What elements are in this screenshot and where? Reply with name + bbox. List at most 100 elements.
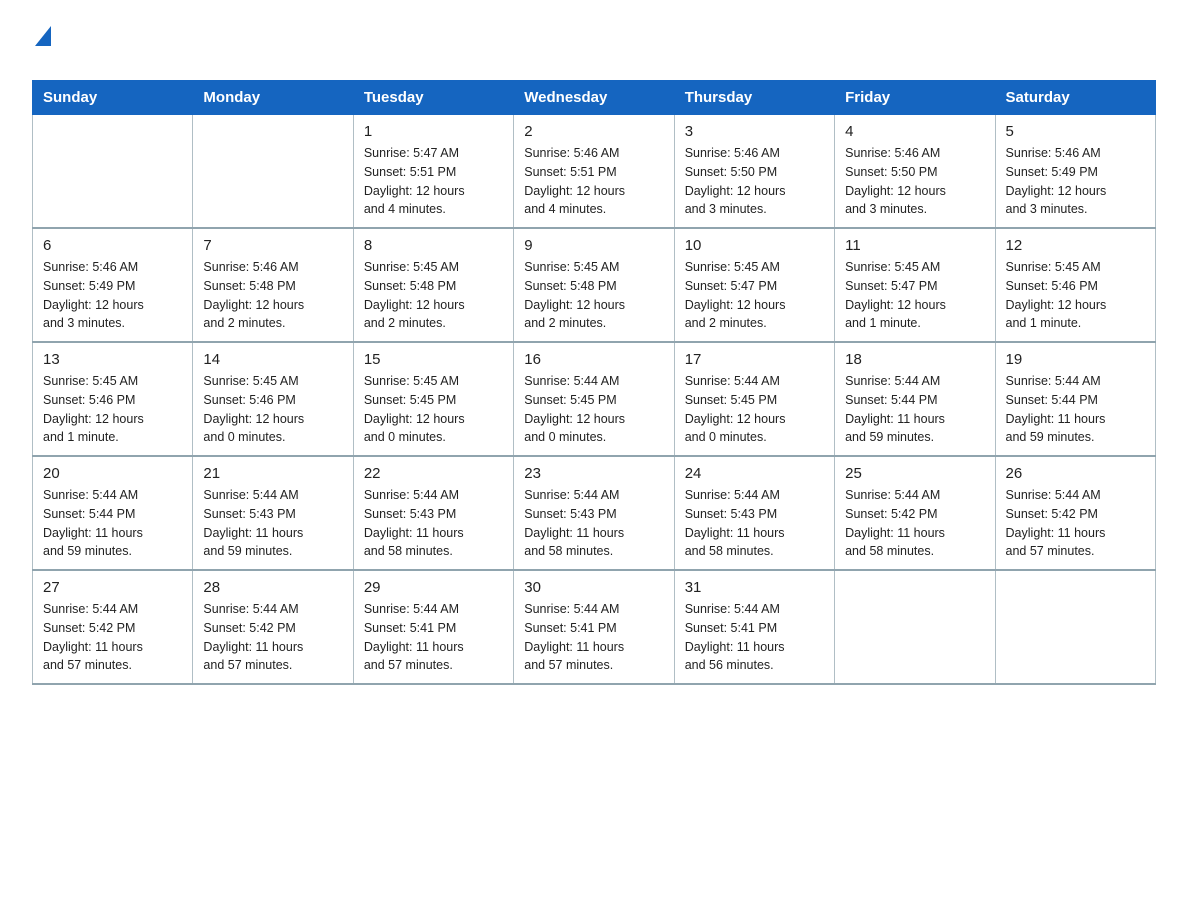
calendar-header-row: SundayMondayTuesdayWednesdayThursdayFrid…: [33, 81, 1156, 115]
day-detail: Sunrise: 5:45 AM Sunset: 5:46 PM Dayligh…: [43, 372, 182, 447]
day-number: 2: [524, 123, 663, 140]
day-number: 29: [364, 579, 503, 596]
calendar-week-row: 1 Sunrise: 5:47 AM Sunset: 5:51 PM Daylig…: [33, 115, 1156, 229]
day-detail: Sunrise: 5:44 AM Sunset: 5:42 PM Dayligh…: [845, 486, 984, 561]
day-number: 13: [43, 351, 182, 368]
day-number: 18: [845, 351, 984, 368]
calendar-cell: 5Sunrise: 5:46 AM Sunset: 5:49 PM Daylig…: [995, 115, 1155, 229]
calendar-cell: 27 Sunrise: 5:44 AM Sunset: 5:42 PM Dayli…: [33, 570, 193, 684]
day-number: 10: [685, 237, 824, 254]
calendar-cell: 4 Sunrise: 5:46 AM Sunset: 5:50 PM Daylig…: [835, 115, 995, 229]
day-number: 22: [364, 465, 503, 482]
logo: [32, 24, 51, 70]
day-detail: Sunrise: 5:45 AM Sunset: 5:45 PM Dayligh…: [364, 372, 503, 447]
day-detail: Sunrise: 5:44 AM Sunset: 5:45 PM Dayligh…: [524, 372, 663, 447]
day-number: 5: [1006, 123, 1145, 140]
calendar-cell: 23 Sunrise: 5:44 AM Sunset: 5:43 PM Dayli…: [514, 456, 674, 570]
day-number: 1: [364, 123, 503, 140]
day-number: 15: [364, 351, 503, 368]
calendar-cell: 17 Sunrise: 5:44 AM Sunset: 5:45 PM Dayli…: [674, 342, 834, 456]
calendar-header-tuesday: Tuesday: [353, 81, 513, 115]
day-number: 9: [524, 237, 663, 254]
day-detail: Sunrise: 5:44 AM Sunset: 5:41 PM Dayligh…: [524, 600, 663, 675]
day-number: 19: [1006, 351, 1145, 368]
day-number: 17: [685, 351, 824, 368]
day-number: 8: [364, 237, 503, 254]
calendar-cell: 15 Sunrise: 5:45 AM Sunset: 5:45 PM Dayli…: [353, 342, 513, 456]
day-number: 6: [43, 237, 182, 254]
calendar-cell: 3 Sunrise: 5:46 AM Sunset: 5:50 PM Daylig…: [674, 115, 834, 229]
calendar-cell: 21 Sunrise: 5:44 AM Sunset: 5:43 PM Dayli…: [193, 456, 353, 570]
day-detail: Sunrise: 5:44 AM Sunset: 5:41 PM Dayligh…: [685, 600, 824, 675]
calendar-cell: [33, 115, 193, 229]
day-detail: Sunrise: 5:45 AM Sunset: 5:46 PM Dayligh…: [1006, 258, 1145, 333]
day-detail: Sunrise: 5:44 AM Sunset: 5:43 PM Dayligh…: [685, 486, 824, 561]
day-detail: Sunrise: 5:44 AM Sunset: 5:44 PM Dayligh…: [845, 372, 984, 447]
day-number: 30: [524, 579, 663, 596]
day-detail: Sunrise: 5:47 AM Sunset: 5:51 PM Dayligh…: [364, 144, 503, 219]
day-detail: Sunrise: 5:45 AM Sunset: 5:48 PM Dayligh…: [524, 258, 663, 333]
day-detail: Sunrise: 5:44 AM Sunset: 5:41 PM Dayligh…: [364, 600, 503, 675]
calendar-cell: 1 Sunrise: 5:47 AM Sunset: 5:51 PM Daylig…: [353, 115, 513, 229]
calendar-cell: 11 Sunrise: 5:45 AM Sunset: 5:47 PM Dayli…: [835, 228, 995, 342]
logo-triangle-icon: [35, 26, 51, 46]
calendar-cell: 24 Sunrise: 5:44 AM Sunset: 5:43 PM Dayli…: [674, 456, 834, 570]
calendar-cell: 7 Sunrise: 5:46 AM Sunset: 5:48 PM Daylig…: [193, 228, 353, 342]
calendar-header-monday: Monday: [193, 81, 353, 115]
day-detail: Sunrise: 5:44 AM Sunset: 5:42 PM Dayligh…: [1006, 486, 1145, 561]
day-number: 24: [685, 465, 824, 482]
calendar-cell: 10 Sunrise: 5:45 AM Sunset: 5:47 PM Dayli…: [674, 228, 834, 342]
calendar-cell: 18 Sunrise: 5:44 AM Sunset: 5:44 PM Dayli…: [835, 342, 995, 456]
day-number: 21: [203, 465, 342, 482]
day-number: 7: [203, 237, 342, 254]
day-number: 16: [524, 351, 663, 368]
calendar-cell: [835, 570, 995, 684]
day-detail: Sunrise: 5:45 AM Sunset: 5:47 PM Dayligh…: [845, 258, 984, 333]
day-detail: Sunrise: 5:44 AM Sunset: 5:42 PM Dayligh…: [43, 600, 182, 675]
day-number: 3: [685, 123, 824, 140]
calendar-cell: 22Sunrise: 5:44 AM Sunset: 5:43 PM Dayli…: [353, 456, 513, 570]
day-detail: Sunrise: 5:44 AM Sunset: 5:43 PM Dayligh…: [524, 486, 663, 561]
day-detail: Sunrise: 5:45 AM Sunset: 5:47 PM Dayligh…: [685, 258, 824, 333]
calendar-cell: 6 Sunrise: 5:46 AM Sunset: 5:49 PM Daylig…: [33, 228, 193, 342]
calendar-week-row: 6 Sunrise: 5:46 AM Sunset: 5:49 PM Daylig…: [33, 228, 1156, 342]
calendar-header-friday: Friday: [835, 81, 995, 115]
calendar-table: SundayMondayTuesdayWednesdayThursdayFrid…: [32, 80, 1156, 685]
calendar-cell: 14 Sunrise: 5:45 AM Sunset: 5:46 PM Dayli…: [193, 342, 353, 456]
day-number: 31: [685, 579, 824, 596]
day-number: 11: [845, 237, 984, 254]
day-number: 28: [203, 579, 342, 596]
calendar-cell: 25 Sunrise: 5:44 AM Sunset: 5:42 PM Dayli…: [835, 456, 995, 570]
day-detail: Sunrise: 5:46 AM Sunset: 5:50 PM Dayligh…: [845, 144, 984, 219]
calendar-cell: 8Sunrise: 5:45 AM Sunset: 5:48 PM Daylig…: [353, 228, 513, 342]
calendar-week-row: 27 Sunrise: 5:44 AM Sunset: 5:42 PM Dayli…: [33, 570, 1156, 684]
calendar-cell: 9 Sunrise: 5:45 AM Sunset: 5:48 PM Daylig…: [514, 228, 674, 342]
day-detail: Sunrise: 5:45 AM Sunset: 5:46 PM Dayligh…: [203, 372, 342, 447]
day-number: 23: [524, 465, 663, 482]
day-number: 27: [43, 579, 182, 596]
calendar-header-wednesday: Wednesday: [514, 81, 674, 115]
calendar-cell: 13 Sunrise: 5:45 AM Sunset: 5:46 PM Dayli…: [33, 342, 193, 456]
day-number: 25: [845, 465, 984, 482]
calendar-cell: [193, 115, 353, 229]
calendar-header-thursday: Thursday: [674, 81, 834, 115]
calendar-cell: 20Sunrise: 5:44 AM Sunset: 5:44 PM Dayli…: [33, 456, 193, 570]
day-number: 4: [845, 123, 984, 140]
calendar-cell: 30 Sunrise: 5:44 AM Sunset: 5:41 PM Dayli…: [514, 570, 674, 684]
day-detail: Sunrise: 5:44 AM Sunset: 5:43 PM Dayligh…: [203, 486, 342, 561]
day-detail: Sunrise: 5:44 AM Sunset: 5:44 PM Dayligh…: [1006, 372, 1145, 447]
day-number: 14: [203, 351, 342, 368]
calendar-header-saturday: Saturday: [995, 81, 1155, 115]
calendar-cell: 12 Sunrise: 5:45 AM Sunset: 5:46 PM Dayli…: [995, 228, 1155, 342]
day-detail: Sunrise: 5:46 AM Sunset: 5:50 PM Dayligh…: [685, 144, 824, 219]
calendar-cell: 28Sunrise: 5:44 AM Sunset: 5:42 PM Dayli…: [193, 570, 353, 684]
day-number: 26: [1006, 465, 1145, 482]
calendar-cell: [995, 570, 1155, 684]
day-detail: Sunrise: 5:44 AM Sunset: 5:45 PM Dayligh…: [685, 372, 824, 447]
day-number: 12: [1006, 237, 1145, 254]
calendar-cell: 16 Sunrise: 5:44 AM Sunset: 5:45 PM Dayli…: [514, 342, 674, 456]
day-detail: Sunrise: 5:46 AM Sunset: 5:48 PM Dayligh…: [203, 258, 342, 333]
day-detail: Sunrise: 5:46 AM Sunset: 5:49 PM Dayligh…: [43, 258, 182, 333]
day-detail: Sunrise: 5:46 AM Sunset: 5:51 PM Dayligh…: [524, 144, 663, 219]
page-header: [32, 24, 1156, 70]
